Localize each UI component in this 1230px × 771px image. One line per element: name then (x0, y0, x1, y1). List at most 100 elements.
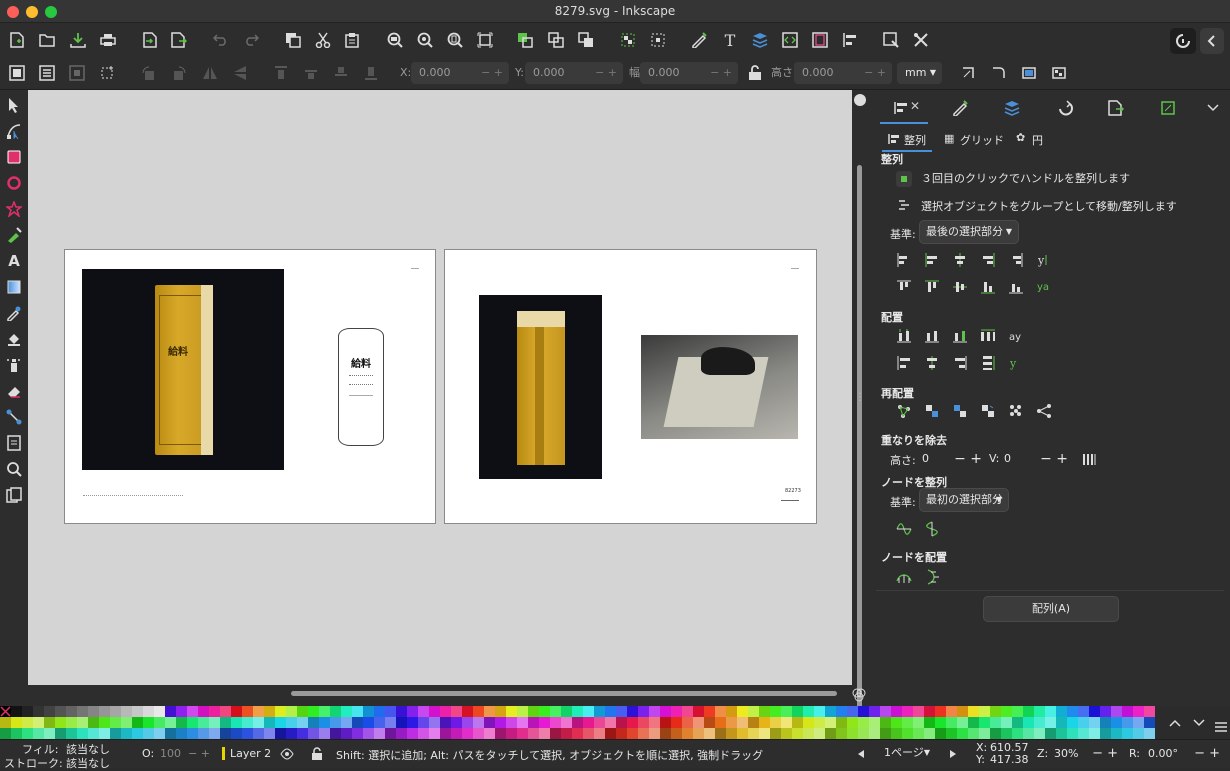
layers-icon[interactable] (749, 29, 771, 51)
palette-swatch[interactable] (1023, 706, 1034, 717)
palette-swatch[interactable] (638, 717, 649, 728)
zoom-drawing-icon[interactable] (414, 29, 436, 51)
palette-swatch[interactable] (1122, 706, 1133, 717)
palette-swatch[interactable] (957, 728, 968, 739)
palette-swatch[interactable] (209, 717, 220, 728)
distribute-left-icon[interactable] (896, 328, 912, 344)
palette-swatch[interactable] (55, 728, 66, 739)
palette-swatch[interactable] (1133, 728, 1144, 739)
palette-swatch[interactable] (583, 728, 594, 739)
palette-swatch[interactable] (847, 717, 858, 728)
palette-swatch[interactable] (308, 717, 319, 728)
palette-swatch[interactable] (946, 717, 957, 728)
palette-swatch[interactable] (187, 706, 198, 717)
canvas[interactable]: 給料 給料 82273 (28, 90, 852, 685)
palette-swatch[interactable] (682, 717, 693, 728)
cut-icon[interactable] (312, 29, 334, 51)
clone-icon[interactable] (545, 29, 567, 51)
palette-swatch[interactable] (880, 717, 891, 728)
palette-swatch[interactable] (913, 706, 924, 717)
distribute-center-h-icon[interactable] (924, 328, 940, 344)
document-properties-icon[interactable] (809, 29, 831, 51)
palette-swatch[interactable] (374, 728, 385, 739)
palette-swatch[interactable] (517, 717, 528, 728)
exchange-positions-clockwise-icon[interactable] (980, 403, 996, 419)
distribute-baseline-icon[interactable]: ay (1008, 328, 1028, 344)
palette-swatch[interactable] (1111, 728, 1122, 739)
selector-tool-icon[interactable] (3, 94, 25, 116)
palette-swatch[interactable] (946, 728, 957, 739)
palette-swatch[interactable] (704, 706, 715, 717)
palette-swatch[interactable] (429, 728, 440, 739)
palette-swatch[interactable] (121, 706, 132, 717)
palette-swatch[interactable] (352, 728, 363, 739)
palette-swatch[interactable] (737, 717, 748, 728)
palette-swatch[interactable] (858, 728, 869, 739)
palette-swatch[interactable] (22, 717, 33, 728)
palette-swatch[interactable] (165, 706, 176, 717)
palette-swatch[interactable] (572, 717, 583, 728)
vertical-scrollbar[interactable]: ⋮ (852, 90, 868, 720)
copy-icon[interactable] (282, 29, 304, 51)
palette-swatch[interactable] (176, 706, 187, 717)
palette-swatch[interactable] (759, 706, 770, 717)
palette-swatch[interactable] (957, 717, 968, 728)
palette-swatch[interactable] (0, 728, 11, 739)
palette-swatch[interactable] (253, 728, 264, 739)
palette-swatch[interactable] (1078, 717, 1089, 728)
palette-swatch[interactable] (704, 717, 715, 728)
palette-swatch[interactable] (605, 717, 616, 728)
palette-swatch[interactable] (1023, 717, 1034, 728)
palette-swatch[interactable] (726, 706, 737, 717)
snap-popover-chevron-icon[interactable] (1200, 28, 1224, 54)
palette-swatch[interactable] (11, 728, 22, 739)
align-top-icon[interactable] (924, 279, 940, 295)
display-mode-icon[interactable] (854, 94, 866, 106)
palette-swatch[interactable] (429, 706, 440, 717)
spray-tool-icon[interactable] (3, 354, 25, 376)
palette-scroll-down-icon[interactable] (1188, 712, 1210, 734)
palette-swatch[interactable] (825, 706, 836, 717)
palette-swatch[interactable] (55, 706, 66, 717)
width-input[interactable]: 0.000− + (640, 62, 738, 84)
palette-swatch[interactable] (429, 717, 440, 728)
distribute-baseline-v-icon[interactable]: y (1008, 355, 1024, 371)
palette-swatch[interactable] (209, 728, 220, 739)
palette-swatch[interactable] (891, 728, 902, 739)
distribute-gaps-v-icon[interactable] (980, 355, 996, 371)
palette-swatch[interactable] (319, 728, 330, 739)
palette-swatch[interactable] (539, 717, 550, 728)
palette-swatch[interactable] (627, 706, 638, 717)
measure-tool-icon[interactable] (3, 484, 25, 506)
zoom-page-width-icon[interactable] (474, 29, 496, 51)
palette-swatch[interactable] (561, 717, 572, 728)
palette-swatch[interactable] (693, 728, 704, 739)
remove-overlaps-icon[interactable] (1081, 451, 1097, 467)
transform-patterns-icon[interactable] (1048, 62, 1070, 84)
palette-swatch[interactable] (561, 728, 572, 739)
palette-swatch[interactable] (726, 728, 737, 739)
palette-swatch[interactable] (836, 706, 847, 717)
palette-swatch[interactable] (550, 728, 561, 739)
palette-swatch[interactable] (935, 706, 946, 717)
text-tool-icon[interactable]: A (3, 250, 25, 272)
palette-swatch[interactable] (385, 728, 396, 739)
palette-swatch[interactable] (737, 728, 748, 739)
palette-swatch[interactable] (143, 728, 154, 739)
palette-swatch[interactable] (506, 728, 517, 739)
palette-swatch[interactable] (649, 706, 660, 717)
previous-page-icon[interactable] (850, 743, 872, 765)
palette-swatch[interactable] (517, 728, 528, 739)
palette-swatch[interactable] (297, 717, 308, 728)
palette-swatch[interactable] (638, 706, 649, 717)
palette-swatch[interactable] (220, 717, 231, 728)
palette-swatch[interactable] (704, 728, 715, 739)
palette-swatch[interactable] (979, 728, 990, 739)
align-center-vertical-icon[interactable] (952, 279, 968, 295)
palette-swatch[interactable] (88, 728, 99, 739)
open-folder-icon[interactable] (36, 29, 58, 51)
palette-swatch[interactable] (330, 717, 341, 728)
palette-swatch[interactable] (1100, 728, 1111, 739)
lower-to-bottom-icon[interactable] (360, 62, 382, 84)
align-bottom-edge-icon[interactable] (1008, 279, 1024, 295)
